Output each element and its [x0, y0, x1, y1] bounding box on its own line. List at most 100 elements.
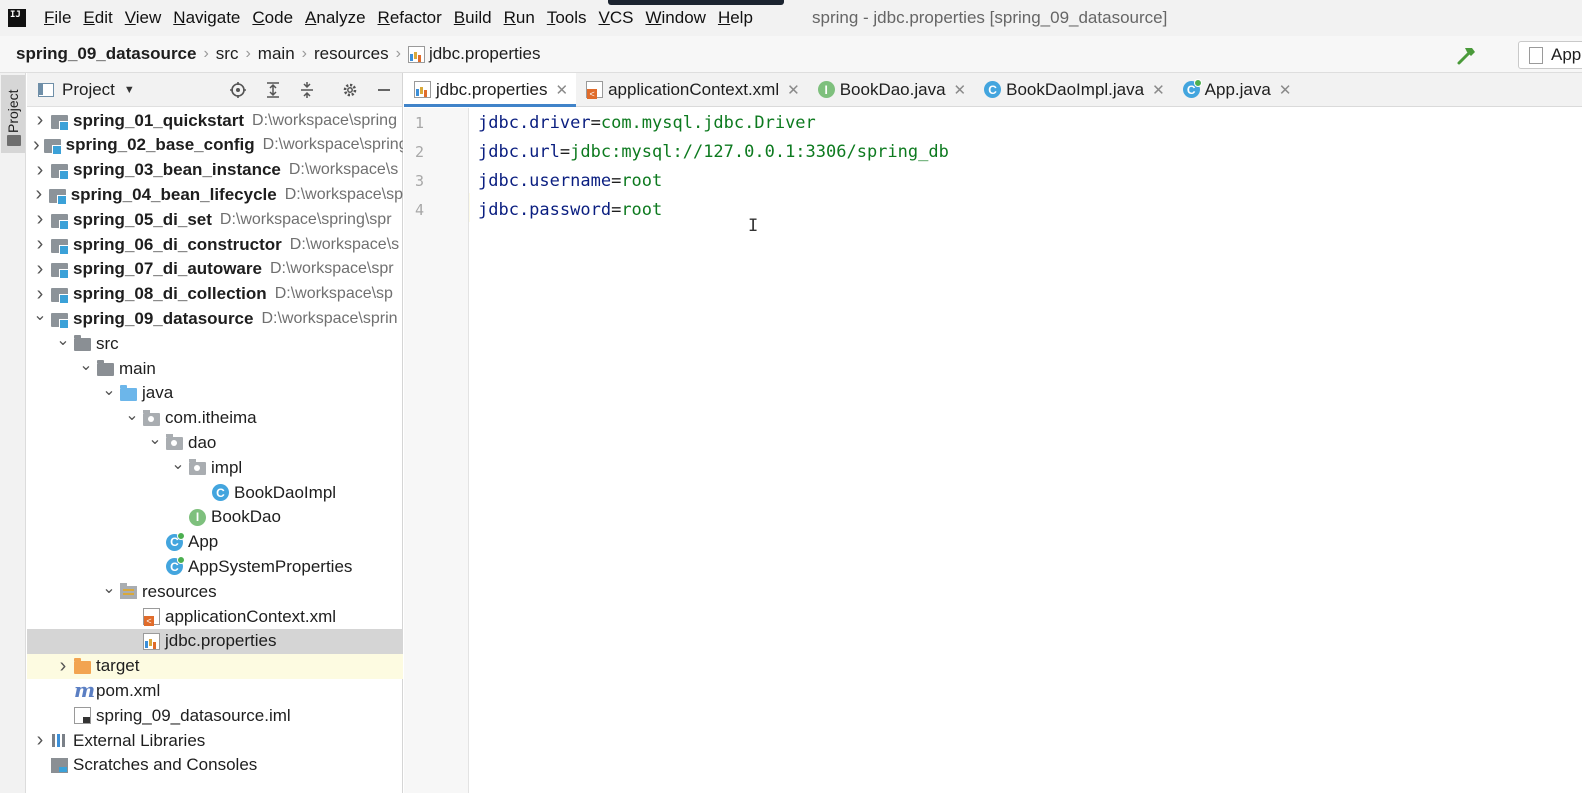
breadcrumb-item[interactable]: src [216, 44, 239, 64]
breadcrumb-item[interactable]: jdbc.properties [407, 44, 540, 64]
class-icon: C [984, 81, 1002, 98]
tree-node[interactable]: › spring_05_di_set D:\workspace\spring\spr [27, 207, 403, 232]
tree-node[interactable]: I BookDao [27, 505, 403, 530]
code-line[interactable]: jdbc.driver = com.mysql.jdbc.Driver [478, 108, 816, 137]
tree-node[interactable]: ⌄ main [27, 356, 403, 381]
editor-tab[interactable]: C BookDaoImpl.java ✕ [974, 73, 1173, 106]
code-line[interactable]: jdbc.url = jdbc:mysql://127.0.0.1:3306/spr… [478, 137, 949, 166]
breadcrumb-separator-icon: › [395, 45, 401, 62]
tree-node[interactable]: › spring_02_base_config D:\workspace\sprin… [27, 133, 403, 158]
tree-node[interactable]: ⌄ impl [27, 455, 403, 480]
chevron-down-icon[interactable]: ⌄ [148, 430, 162, 455]
chevron-right-icon[interactable]: › [33, 108, 47, 133]
tree-node[interactable]: applicationContext.xml [27, 604, 403, 629]
chevron-right-icon[interactable]: › [33, 232, 47, 257]
editor-tab[interactable]: jdbc.properties ✕ [404, 73, 577, 107]
menu-navigate[interactable]: Navigate [167, 8, 246, 28]
tree-node[interactable]: C AppSystemProperties [27, 554, 403, 579]
tree-node[interactable]: › spring_01_quickstart D:\workspace\spring [27, 108, 403, 133]
chevron-right-icon[interactable]: › [33, 282, 47, 307]
code-editor[interactable]: jdbc.driver = com.mysql.jdbc.Driver jdbc.ur… [470, 108, 1582, 793]
chevron-right-icon[interactable]: › [33, 158, 47, 183]
breadcrumb-separator-icon: › [245, 45, 251, 62]
close-icon[interactable]: ✕ [1279, 81, 1292, 99]
chevron-down-icon[interactable]: ⌄ [56, 331, 70, 356]
menu-tools[interactable]: Tools [541, 8, 593, 28]
build-hammer-icon[interactable] [1456, 44, 1478, 66]
breadcrumb-item[interactable]: spring_09_datasource [16, 44, 196, 64]
chevron-right-icon[interactable]: › [33, 133, 40, 158]
project-tool-button[interactable]: Project [1, 75, 25, 153]
breadcrumb-item[interactable]: main [258, 44, 295, 64]
chevron-down-icon[interactable]: ⌄ [171, 455, 185, 480]
tree-node[interactable]: ⌄ resources [27, 579, 403, 604]
tree-node[interactable]: spring_09_datasource.iml [27, 703, 403, 728]
menu-window[interactable]: Window [639, 8, 711, 28]
breadcrumb-item[interactable]: resources [314, 44, 389, 64]
chevron-right-icon[interactable]: › [33, 257, 47, 282]
menu-help[interactable]: Help [712, 8, 759, 28]
chevron-down-icon[interactable]: ⌄ [102, 381, 116, 406]
editor-tab[interactable]: applicationContext.xml ✕ [576, 73, 808, 106]
tree-node[interactable]: ⌄ spring_09_datasource D:\workspace\sprin [27, 306, 403, 331]
menu-file[interactable]: File [38, 8, 77, 28]
chevron-down-icon[interactable]: ⌄ [79, 356, 93, 381]
collapse-all-icon[interactable] [298, 81, 316, 99]
tree-node[interactable]: ⌄ java [27, 381, 403, 406]
tree-node[interactable]: m pom.xml [27, 678, 403, 703]
tree-node-label: spring_06_di_constructor [73, 234, 282, 254]
tree-node[interactable]: › External Libraries [27, 728, 403, 753]
chevron-down-icon[interactable]: ⌄ [125, 406, 139, 431]
class-icon: C [212, 484, 229, 501]
folder-icon [97, 360, 114, 376]
minimize-icon[interactable] [375, 81, 393, 99]
menu-view[interactable]: View [119, 8, 168, 28]
chevron-down-icon[interactable]: ⌄ [102, 579, 116, 604]
tree-node-label: impl [211, 457, 243, 477]
chevron-right-icon[interactable]: › [33, 728, 47, 753]
locate-file-icon[interactable] [229, 81, 247, 99]
chevron-down-icon[interactable]: ⌄ [33, 306, 47, 331]
tree-node[interactable]: C App [27, 530, 403, 555]
menu-build[interactable]: Build [448, 8, 498, 28]
line-number: 2 [414, 143, 424, 161]
tree-node[interactable]: Scratches and Consoles [27, 753, 403, 778]
close-icon[interactable]: ✕ [1152, 81, 1165, 99]
close-icon[interactable]: ✕ [787, 81, 800, 99]
tree-node[interactable]: ⌄ src [27, 331, 403, 356]
code-line[interactable]: jdbc.username = root [478, 166, 662, 195]
tree-node[interactable]: C BookDaoImpl [27, 480, 403, 505]
tree-node[interactable]: › target [27, 653, 403, 679]
editor-tab[interactable]: I BookDao.java ✕ [808, 73, 974, 106]
tree-node[interactable]: jdbc.properties [27, 628, 403, 654]
tree-node[interactable]: › spring_07_di_autoware D:\workspace\spr [27, 257, 403, 282]
tree-node[interactable]: ⌄ dao [27, 430, 403, 455]
close-icon[interactable]: ✕ [556, 81, 569, 99]
chevron-right-icon[interactable]: › [33, 207, 47, 232]
tree-node[interactable]: › spring_03_bean_instance D:\workspace\s [27, 158, 403, 183]
menu-run[interactable]: Run [498, 8, 541, 28]
chevron-down-icon[interactable]: ▼ [124, 84, 135, 96]
tree-node[interactable]: › spring_06_di_constructor D:\workspace\s [27, 232, 403, 257]
tree-node[interactable]: ⌄ com.itheima [27, 406, 403, 431]
run-configuration-select[interactable]: App [1518, 41, 1582, 69]
tree-node[interactable]: › spring_08_di_collection D:\workspace\sp [27, 282, 403, 307]
expand-all-icon[interactable] [264, 81, 282, 99]
editor-tab[interactable]: C App.java ✕ [1173, 73, 1300, 106]
source-folder-icon [120, 384, 137, 401]
menu-vcs[interactable]: VCS [593, 8, 640, 28]
gear-icon[interactable] [341, 81, 359, 99]
project-view-select[interactable]: Project [62, 80, 115, 100]
code-line[interactable]: jdbc.password = root [478, 195, 662, 224]
menu-code[interactable]: Code [246, 8, 299, 28]
property-separator: = [611, 170, 622, 191]
menu-analyze[interactable]: Analyze [299, 8, 371, 28]
menu-edit[interactable]: Edit [77, 8, 118, 28]
chevron-right-icon[interactable]: › [56, 654, 70, 679]
tree-node[interactable]: › spring_04_bean_lifecycle D:\workspace\sp [27, 182, 403, 207]
close-icon[interactable]: ✕ [954, 81, 967, 99]
menu-refactor[interactable]: Refactor [372, 8, 448, 28]
chevron-right-icon[interactable]: › [33, 182, 45, 207]
